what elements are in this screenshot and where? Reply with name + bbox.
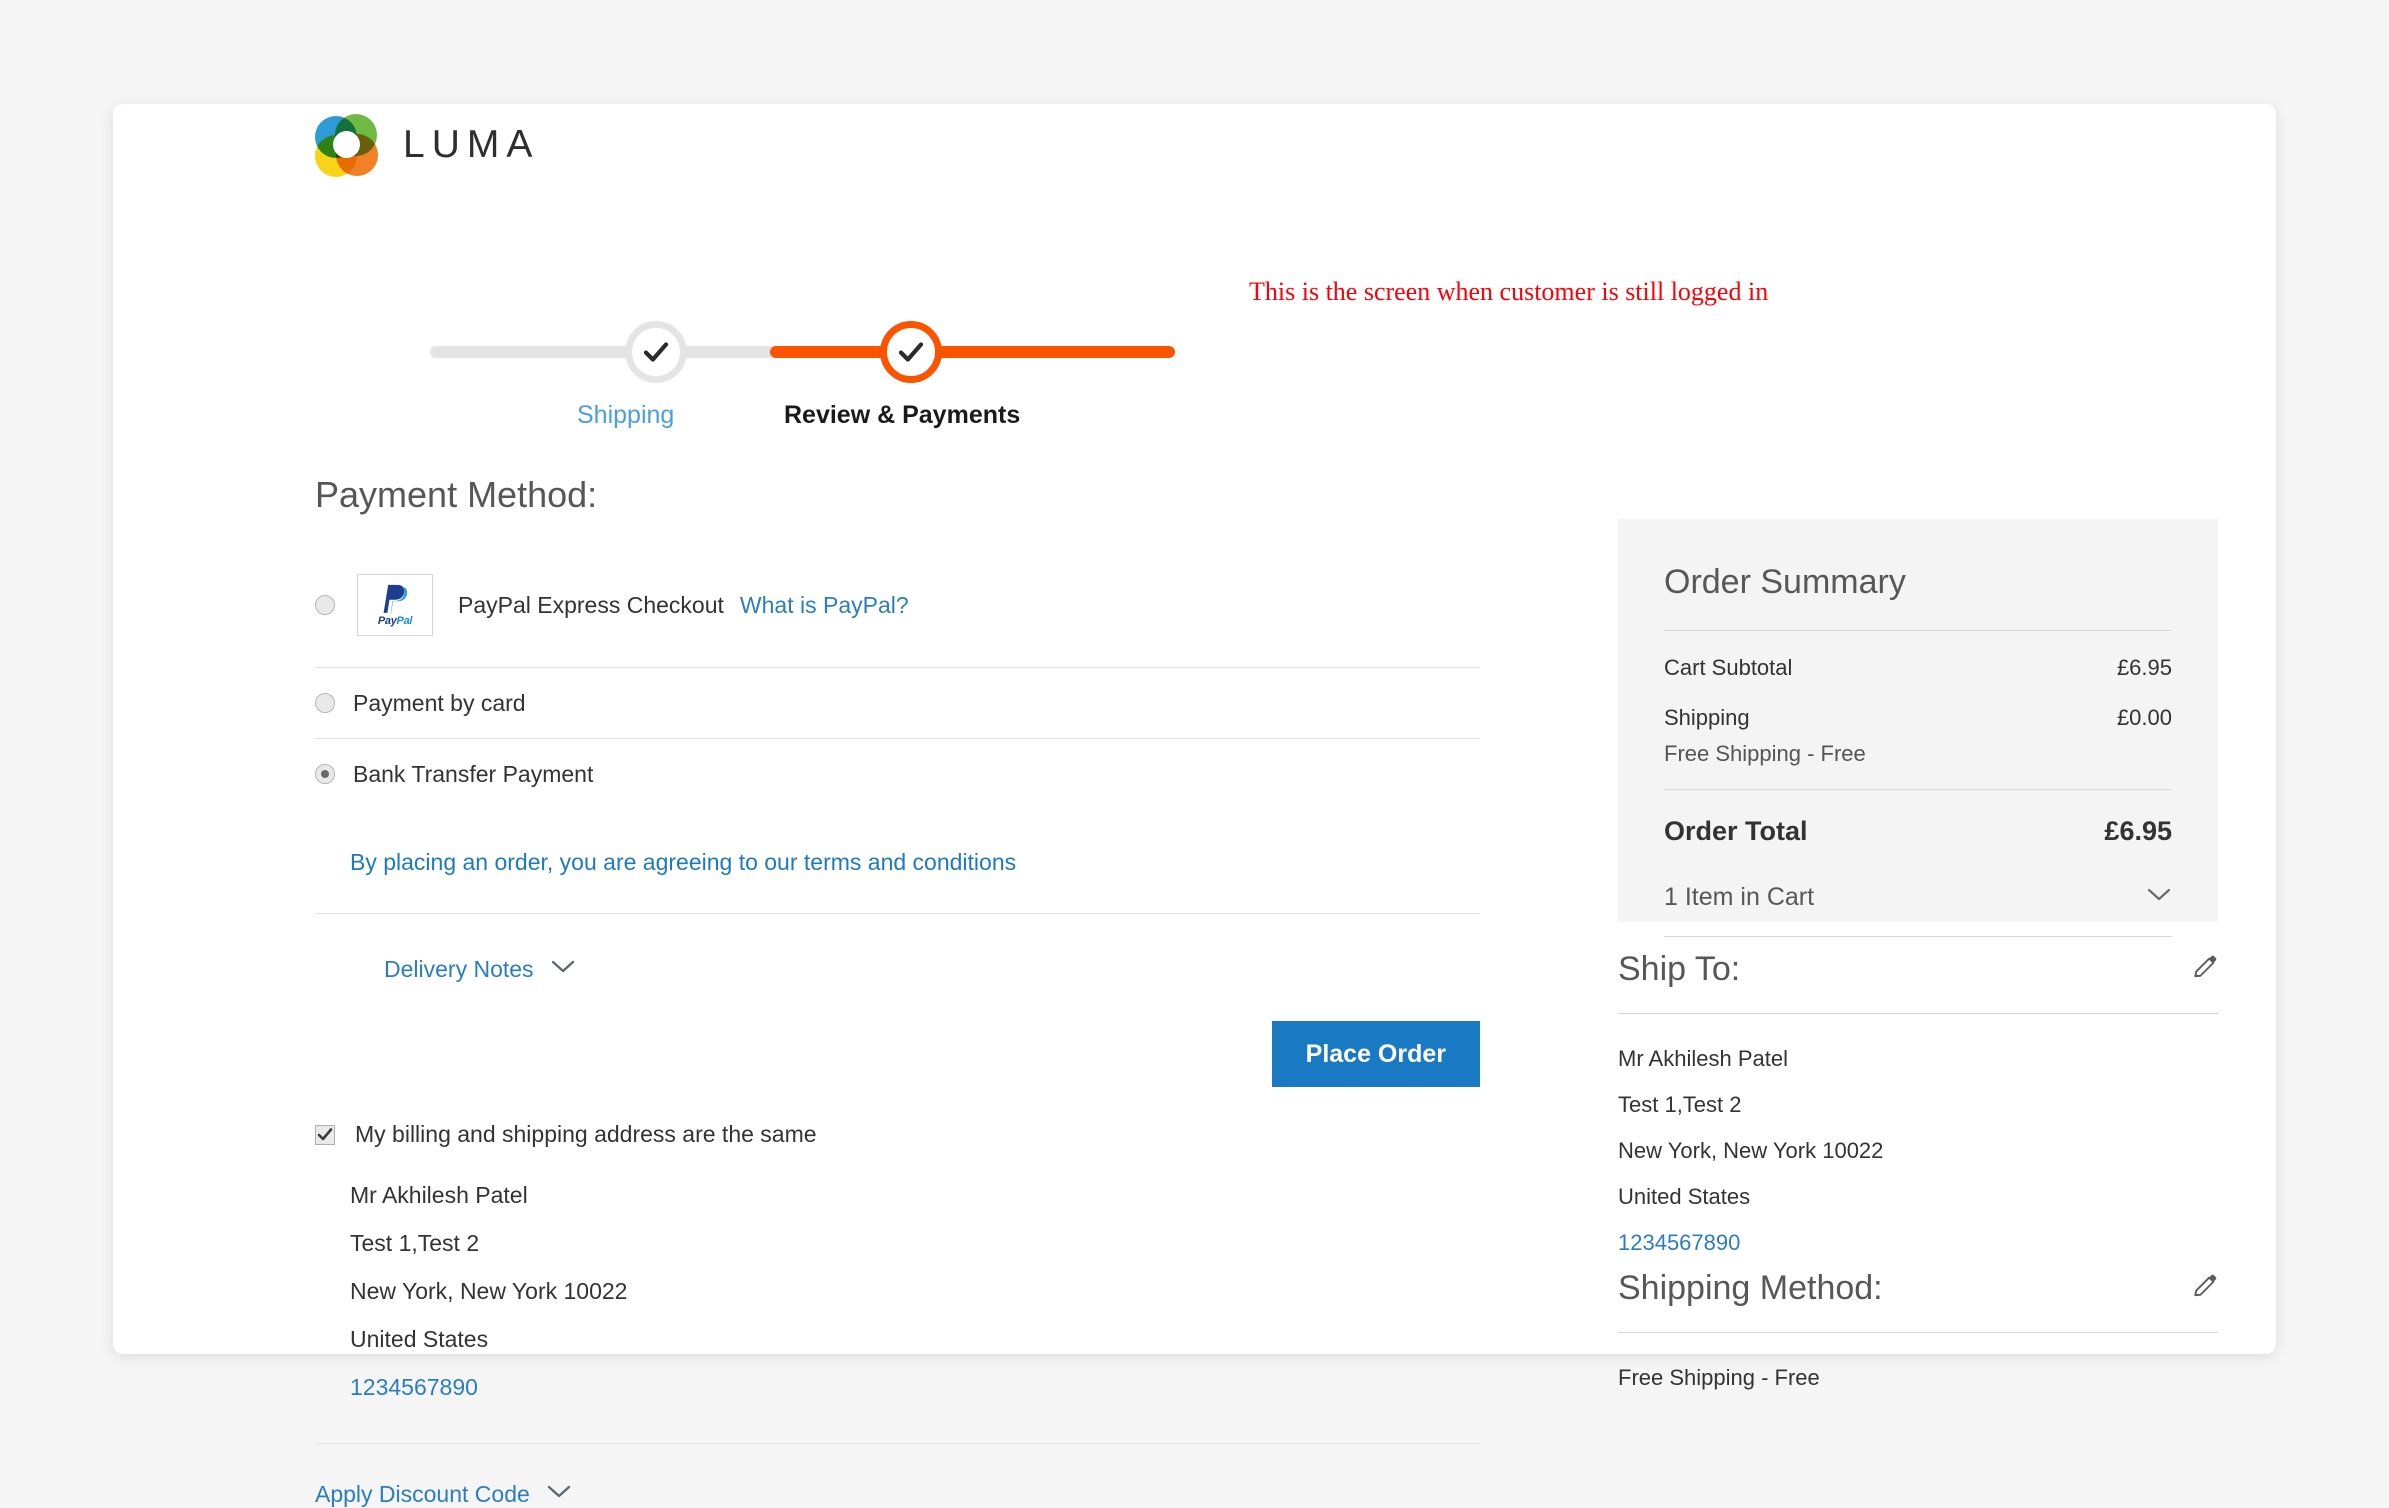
cart-items-toggle[interactable]: 1 Item in Cart (1664, 883, 2172, 912)
payment-section: Payment Method: PayPal PayPal Express Ch… (315, 474, 1585, 1508)
pencil-icon[interactable] (2192, 954, 2218, 985)
paypal-mark-icon (383, 584, 408, 614)
ship-to-phone-link[interactable]: 1234567890 (1618, 1232, 2218, 1254)
luma-logo-text: LUMA (403, 123, 540, 166)
check-icon (643, 342, 669, 362)
progress-step-label-review[interactable]: Review & Payments (784, 401, 1020, 430)
delivery-notes-label: Delivery Notes (384, 956, 534, 982)
summary-shipping-detail: Free Shipping - Free (1664, 741, 1866, 766)
shipping-method-title: Shipping Method: (1618, 1269, 1883, 1307)
divider (1664, 789, 2172, 790)
billing-address-line: New York, New York 10022 (350, 1278, 628, 1304)
paypal-wordmark: PayPal (377, 614, 413, 627)
shipping-method-body: Free Shipping - Free (1618, 1367, 2218, 1389)
payment-method-paypal[interactable]: PayPal PayPal Express Checkout What is P… (315, 574, 1585, 636)
radio-bank-transfer[interactable] (315, 764, 335, 784)
summary-value: £6.95 (2116, 655, 2172, 680)
payment-method-card[interactable]: Payment by card (315, 668, 1585, 738)
ship-to-address-line: New York, New York 10022 (1618, 1138, 1884, 1163)
billing-address-line: Test 1,Test 2 (350, 1230, 480, 1256)
divider (315, 1443, 1480, 1444)
radio-paypal[interactable] (315, 595, 335, 615)
ship-to-section: Ship To: Mr Akhilesh Patel Test 1,Test 2… (1618, 950, 2218, 1254)
place-order-row: Place Order (315, 1021, 1480, 1087)
progress-step-shipping-node[interactable] (625, 321, 687, 383)
payment-method-label-paypal: PayPal Express Checkout (458, 591, 724, 618)
summary-value: £0.00 (2116, 705, 2172, 730)
radio-payment-by-card[interactable] (315, 693, 335, 713)
order-total-value: £6.95 (2104, 816, 2172, 846)
divider (315, 913, 1480, 914)
billing-same-label: My billing and shipping address are the … (355, 1121, 817, 1147)
place-order-button[interactable]: Place Order (1271, 1021, 1480, 1087)
check-icon (898, 342, 924, 362)
check-icon (317, 1127, 333, 1140)
delivery-notes-toggle[interactable]: Delivery Notes (384, 956, 1585, 983)
terms-row: By placing an order, you are agreeing to… (350, 849, 1585, 876)
billing-address-line: Mr Akhilesh Patel (350, 1182, 528, 1208)
divider (1618, 1332, 2218, 1333)
apply-discount-code-label: Apply Discount Code (315, 1481, 530, 1507)
ship-to-address-line: Test 1,Test 2 (1618, 1092, 1742, 1117)
luma-logo[interactable]: LUMA (315, 114, 540, 177)
summary-row-subtotal: Cart Subtotal £6.95 (1664, 655, 2172, 681)
ship-to-address-block: Mr Akhilesh Patel Test 1,Test 2 New York… (1618, 1048, 2218, 1254)
chevron-down-icon (546, 1484, 572, 1505)
luma-logo-mark (315, 114, 378, 177)
ship-to-title: Ship To: (1618, 950, 1741, 988)
progress-step-review-node[interactable] (880, 321, 942, 383)
divider (1664, 936, 2172, 937)
cart-items-label: 1 Item in Cart (1664, 883, 1815, 911)
billing-same-as-shipping-row[interactable]: My billing and shipping address are the … (315, 1121, 1585, 1148)
logo-center-hole (333, 131, 360, 158)
progress-track-complete (770, 346, 1175, 358)
pencil-icon[interactable] (2192, 1273, 2218, 1304)
summary-label: Cart Subtotal (1664, 655, 1793, 680)
ship-to-address-line: Mr Akhilesh Patel (1618, 1046, 1788, 1071)
checkout-progress-bar: Shipping Review & Payments (315, 309, 1175, 429)
billing-address-line: United States (350, 1326, 489, 1352)
summary-row-total: Order Total £6.95 (1664, 816, 2172, 847)
summary-row-shipping: Shipping £0.00 (1664, 705, 2172, 731)
divider (1618, 1013, 2218, 1014)
payment-method-bank-transfer[interactable]: Bank Transfer Payment (315, 739, 1585, 809)
payment-method-label-bank-transfer: Bank Transfer Payment (353, 760, 594, 787)
terms-and-conditions-link[interactable]: By placing an order, you are agreeing to… (350, 849, 1016, 875)
checkbox-billing-same[interactable] (315, 1124, 335, 1145)
apply-discount-code-toggle[interactable]: Apply Discount Code (315, 1481, 1585, 1508)
order-total-label: Order Total (1664, 816, 1808, 846)
ship-to-address-line: United States (1618, 1184, 1751, 1209)
summary-label: Shipping (1664, 705, 1750, 730)
payment-method-label-card: Payment by card (353, 689, 526, 716)
checkout-card: LUMA This is the screen when customer is… (113, 104, 2276, 1507)
what-is-paypal-link[interactable]: What is PayPal? (740, 592, 909, 619)
shipping-method-value: Free Shipping - Free (1618, 1365, 1820, 1390)
divider (1664, 630, 2172, 631)
order-summary-panel: Order Summary Cart Subtotal £6.95 Shippi… (1618, 519, 2218, 937)
annotation-note: This is the screen when customer is stil… (1249, 277, 1769, 306)
page-title: Payment Method: (315, 474, 598, 515)
paypal-logo: PayPal (357, 574, 433, 636)
chevron-down-icon (2146, 887, 2172, 908)
chevron-down-icon (550, 959, 576, 980)
shipping-method-section: Shipping Method: Free Shipping - Free (1618, 1269, 2218, 1389)
order-summary-title: Order Summary (1664, 563, 1906, 601)
progress-step-label-shipping[interactable]: Shipping (577, 401, 674, 430)
billing-phone-link[interactable]: 1234567890 (350, 1376, 1585, 1399)
billing-address-block: Mr Akhilesh Patel Test 1,Test 2 New York… (350, 1184, 1585, 1399)
